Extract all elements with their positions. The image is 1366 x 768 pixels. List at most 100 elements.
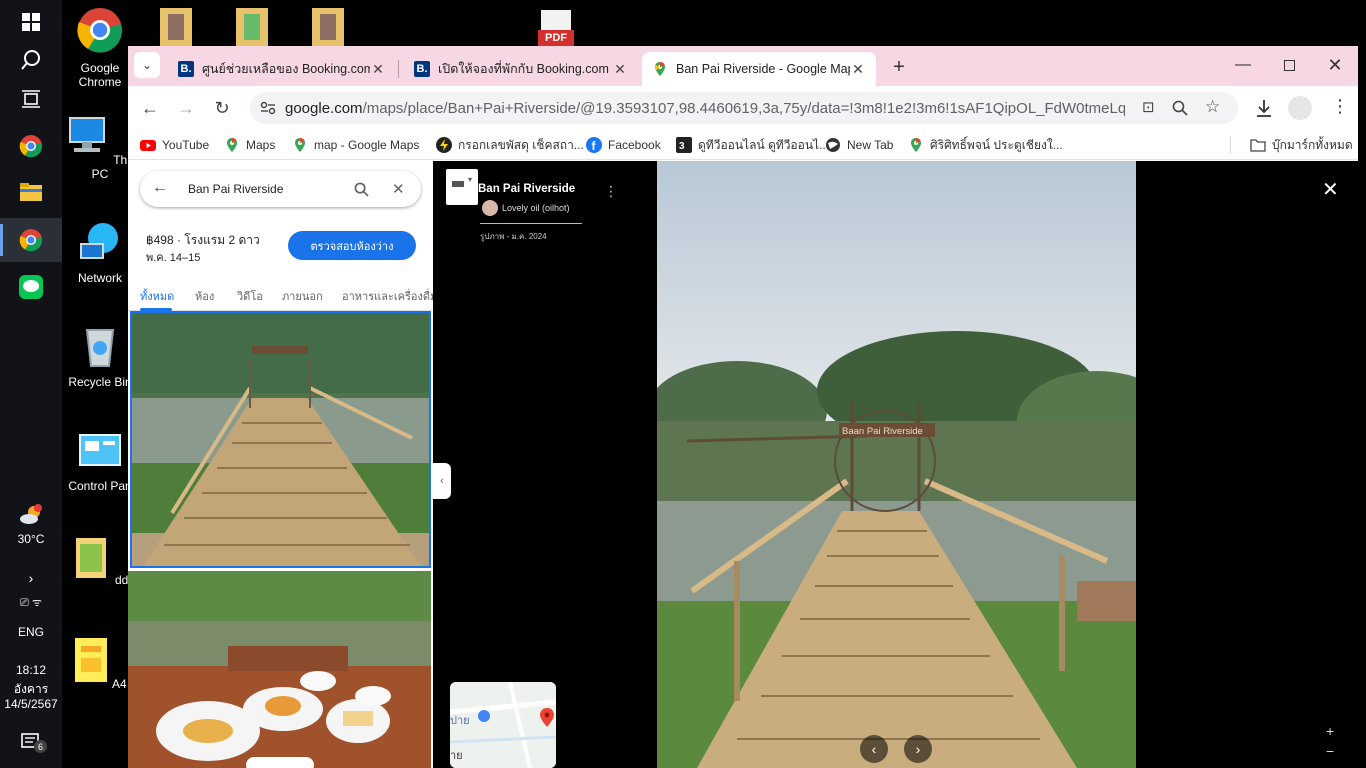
desktop-icon-network[interactable]: Network bbox=[63, 220, 137, 285]
mini-map[interactable]: ปาย าย bbox=[450, 682, 556, 768]
bookmark-map-google-maps[interactable]: map - Google Maps bbox=[292, 136, 419, 154]
reload-button[interactable]: ↻ bbox=[208, 94, 236, 122]
desktop-icon-this-pc[interactable]: This PC bbox=[63, 116, 137, 181]
bookmark-online-tv[interactable]: 3 ดูทีวีออนไลน์ ดูทีวีออนไ... bbox=[676, 136, 829, 154]
taskbar-chrome[interactable] bbox=[0, 124, 62, 168]
back-button[interactable]: ← bbox=[136, 94, 164, 122]
collapse-panel-button[interactable]: ‹ bbox=[433, 463, 451, 499]
tab-booking-help[interactable]: B. ศูนย์ช่วยเหลือของ Booking.com ✕ bbox=[168, 52, 396, 86]
maps-pin-icon bbox=[655, 62, 665, 76]
weather-icon bbox=[20, 504, 42, 524]
taskbar-file-explorer[interactable] bbox=[0, 170, 62, 214]
install-app-icon[interactable]: ⊡ bbox=[1142, 98, 1155, 116]
desktop-icon-dd[interactable]: dd bbox=[63, 536, 137, 587]
minimize-icon: — bbox=[1235, 56, 1251, 73]
bookmarks-bar: YouTube Maps map - Google Maps กรอกเลขพั… bbox=[128, 130, 1358, 160]
close-tab-icon[interactable]: ✕ bbox=[612, 61, 628, 78]
stay-dates[interactable]: พ.ค. 14–15 bbox=[146, 248, 200, 266]
bridge-photo-large: Baan Pai Riverside bbox=[657, 161, 1136, 768]
desktop-icon-a4[interactable]: A4 bbox=[63, 636, 137, 691]
zoom-icon[interactable] bbox=[1172, 100, 1188, 116]
more-menu-icon[interactable]: ⋮ bbox=[1331, 96, 1349, 117]
task-view-button[interactable] bbox=[0, 77, 62, 121]
back-arrow-icon[interactable]: ← bbox=[152, 179, 168, 197]
notification-center[interactable]: 6 bbox=[0, 722, 62, 762]
taskbar-line[interactable] bbox=[0, 265, 62, 309]
profile-avatar[interactable] bbox=[1288, 96, 1312, 120]
author-avatar[interactable] bbox=[482, 200, 498, 216]
photo-thumbnail-breakfast[interactable] bbox=[128, 571, 431, 768]
desktop-icon-chrome[interactable]: Google Chrome bbox=[63, 6, 137, 89]
close-tab-icon[interactable]: ✕ bbox=[850, 61, 866, 78]
desktop-icon-control-panel[interactable]: Control Pan bbox=[63, 432, 137, 493]
close-icon: ✕ bbox=[1322, 179, 1339, 201]
search-button[interactable] bbox=[0, 38, 62, 82]
map-label: ปาย bbox=[450, 715, 470, 727]
main-photo[interactable]: Baan Pai Riverside bbox=[657, 161, 1136, 768]
bookmark-youtube[interactable]: YouTube bbox=[140, 136, 209, 154]
bookmark-parcel-tracking[interactable]: กรอกเลขพัสดุ เช็คสถา... bbox=[436, 136, 584, 154]
all-bookmarks-button[interactable]: บุ๊กมาร์กทั้งหมด bbox=[1250, 136, 1353, 154]
bookmark-siri-sitthi[interactable]: ศิริศิทธิ์พจน์ ประตูเชียงใ... bbox=[908, 136, 1063, 154]
download-icon[interactable] bbox=[1255, 99, 1273, 117]
clear-search-icon[interactable]: ✕ bbox=[392, 180, 405, 198]
maps-content: ← Ban Pai Riverside ✕ ฿498 · โรงแรม 2 ดา… bbox=[128, 161, 1358, 768]
url-text: google.com/maps/place/Ban+Pai+Riverside/… bbox=[285, 100, 1125, 117]
desktop-icon-label: Recycle Bin bbox=[68, 375, 132, 389]
bookmark-facebook[interactable]: f Facebook bbox=[586, 136, 661, 154]
close-photo-viewer-button[interactable]: ✕ bbox=[1322, 177, 1339, 202]
input-language[interactable]: ENG bbox=[0, 625, 62, 639]
minimize-button[interactable]: — bbox=[1220, 46, 1266, 84]
tab-videos[interactable]: วิดีโอ bbox=[237, 287, 263, 305]
tab-search-button[interactable]: ⌄ bbox=[134, 52, 160, 78]
breakfast-photo bbox=[128, 571, 431, 768]
bookmark-new-tab[interactable]: New Tab bbox=[825, 136, 893, 154]
address-bar[interactable]: google.com/maps/place/Ban+Pai+Riverside/… bbox=[250, 92, 1238, 124]
close-tab-icon[interactable]: ✕ bbox=[370, 61, 386, 78]
tab-food-drink[interactable]: อาหารและเครื่องดื่ม bbox=[342, 287, 433, 305]
lightning-icon bbox=[436, 137, 452, 153]
tab-all[interactable]: ทั้งหมด bbox=[140, 287, 174, 305]
tab-booking-host[interactable]: B. เปิดให้จองที่พักกับ Booking.com ✕ bbox=[404, 52, 638, 86]
search-icon[interactable] bbox=[354, 182, 369, 197]
viewer-more-icon[interactable]: ⋮ bbox=[604, 183, 618, 200]
chevron-down-icon: ⌄ bbox=[141, 58, 153, 72]
site-settings-icon[interactable] bbox=[260, 101, 276, 115]
taskbar-chrome-active[interactable] bbox=[0, 218, 62, 262]
bookmark-star-icon[interactable]: ☆ bbox=[1205, 97, 1220, 117]
check-availability-button[interactable]: ตรวจสอบห้องว่าง bbox=[288, 231, 416, 260]
arrow-right-icon: → bbox=[177, 97, 195, 118]
chevron-left-icon: ‹ bbox=[871, 741, 877, 757]
network-volume-icons[interactable]: ⎚ ᯤ bbox=[0, 595, 62, 610]
zoom-out-button[interactable]: − bbox=[1326, 743, 1334, 759]
network-icon bbox=[80, 223, 118, 259]
bridge-sign-text: Baan Pai Riverside bbox=[842, 426, 923, 437]
pdf-file-icon[interactable]: PDF bbox=[538, 10, 574, 46]
author-name[interactable]: Lovely oil (oilhot) bbox=[502, 203, 570, 213]
folder-icon[interactable] bbox=[312, 8, 344, 46]
desktop-icon-recycle-bin[interactable]: Recycle Bin bbox=[63, 324, 137, 389]
tab-exterior[interactable]: ภายนอก bbox=[282, 287, 323, 305]
show-hidden-icons-chevron-icon[interactable]: › bbox=[0, 570, 62, 586]
clock-time[interactable]: 18:12 bbox=[0, 663, 62, 677]
folder-outline-icon bbox=[1250, 139, 1266, 152]
weather-widget[interactable] bbox=[0, 500, 62, 530]
desktop-icon-label: Network bbox=[77, 271, 122, 285]
layer-toggle-button[interactable]: ▾ bbox=[446, 169, 478, 205]
next-photo-button[interactable]: › bbox=[904, 735, 932, 763]
folder-icon[interactable] bbox=[236, 8, 268, 46]
new-tab-button[interactable]: + bbox=[886, 54, 912, 80]
forward-button[interactable]: → bbox=[172, 94, 200, 122]
tab-rooms[interactable]: ห้อง bbox=[195, 287, 214, 305]
close-window-button[interactable]: ✕ bbox=[1312, 46, 1358, 84]
folder-icon[interactable] bbox=[160, 8, 192, 46]
zoom-in-button[interactable]: + bbox=[1326, 723, 1334, 739]
maps-search-box[interactable]: ← Ban Pai Riverside ✕ bbox=[140, 171, 421, 207]
photo-thumbnail-bridge[interactable] bbox=[130, 311, 431, 568]
tab-google-maps[interactable]: Ban Pai Riverside - Google Map ✕ bbox=[642, 52, 876, 86]
maps-pin-icon bbox=[295, 138, 305, 152]
desktop-icon-label: dd bbox=[114, 573, 129, 587]
maximize-button[interactable] bbox=[1266, 46, 1312, 84]
previous-photo-button[interactable]: ‹ bbox=[860, 735, 888, 763]
bookmark-maps[interactable]: Maps bbox=[224, 136, 275, 154]
